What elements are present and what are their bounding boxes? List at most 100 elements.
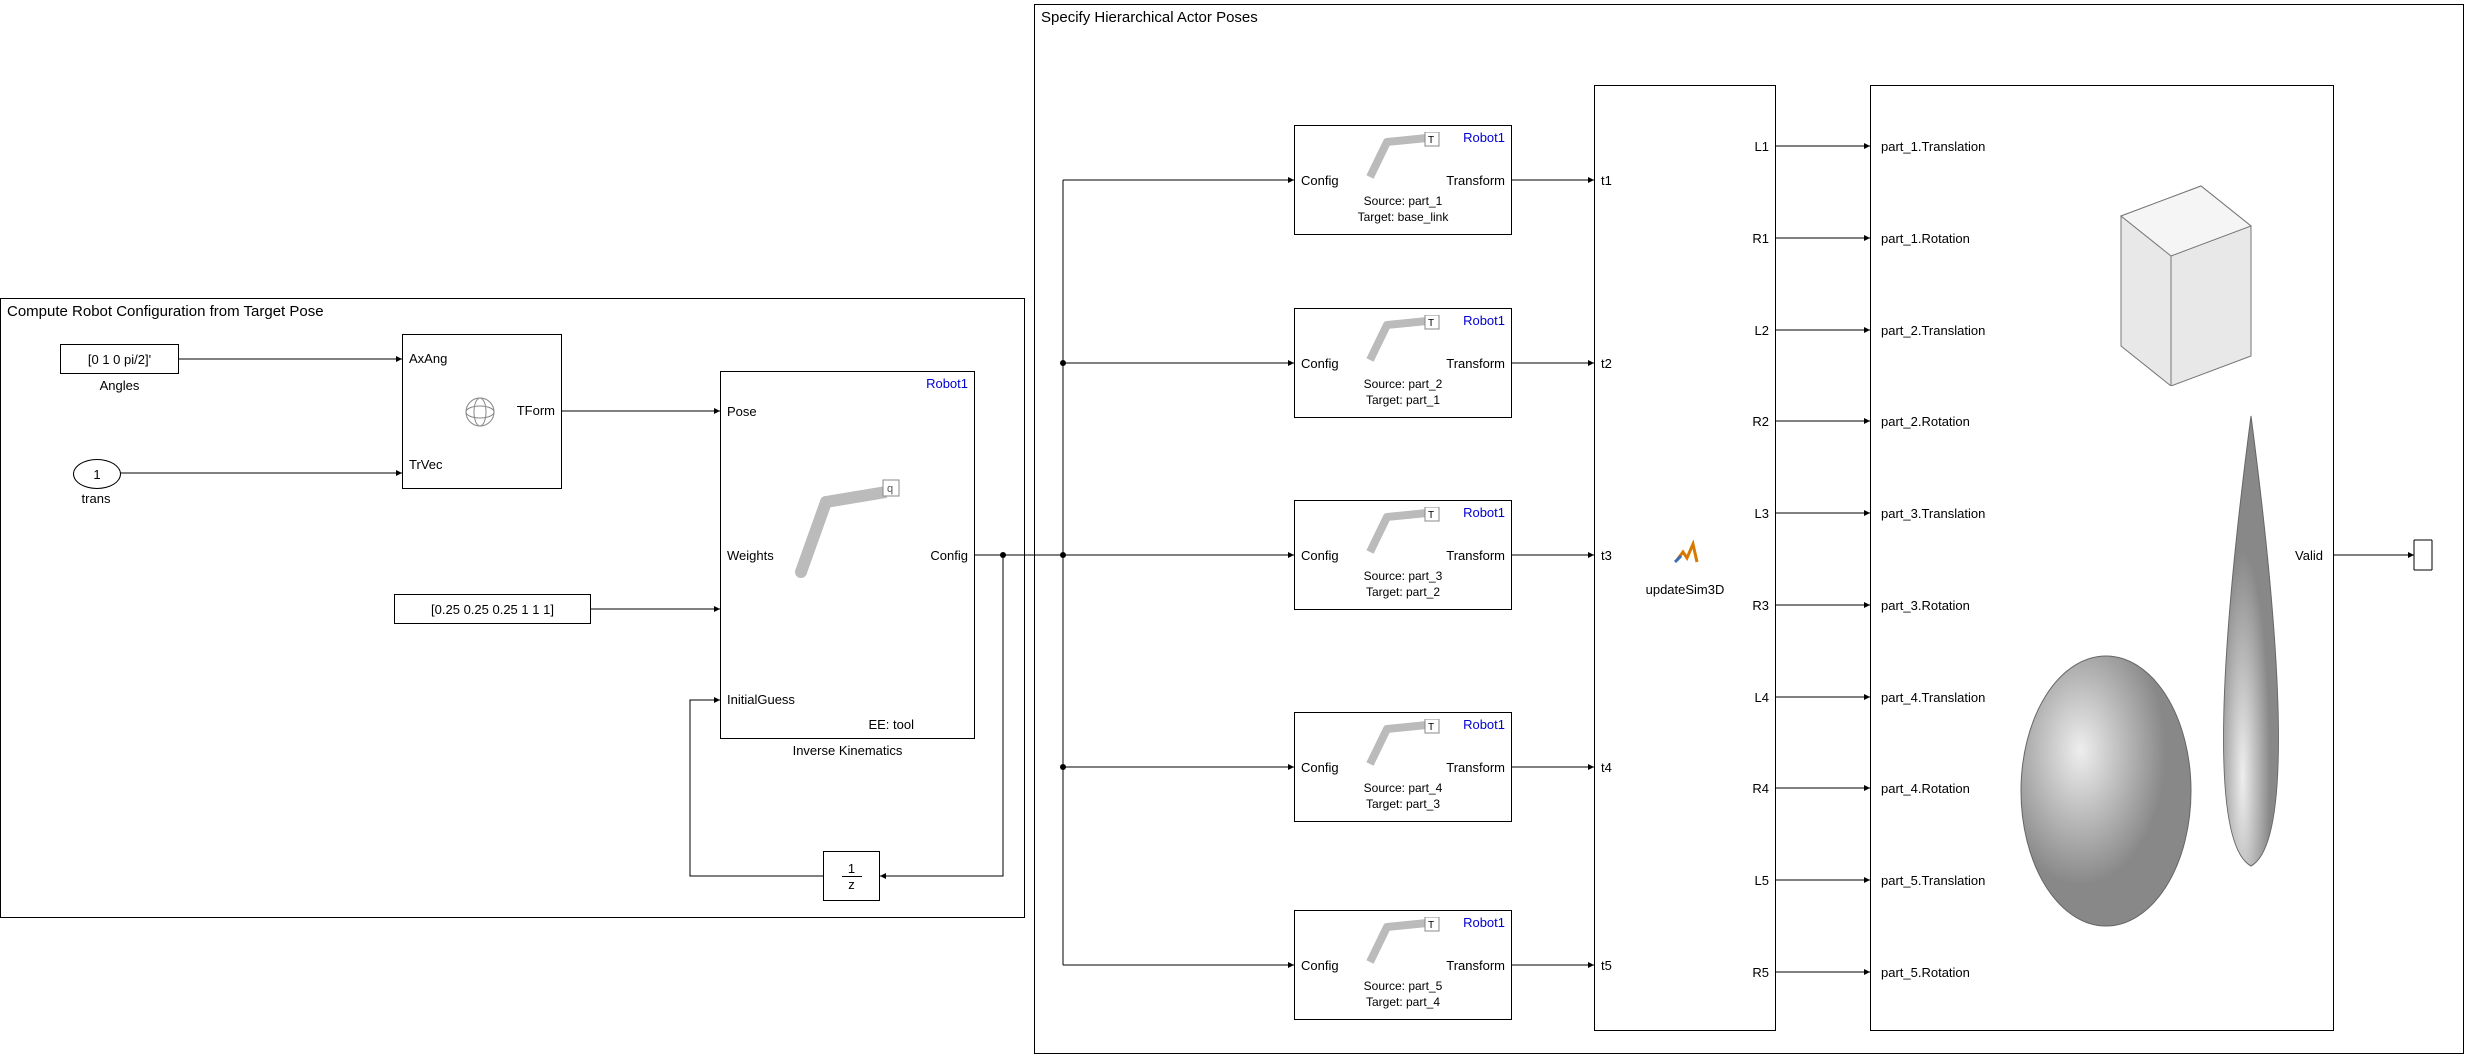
svg-text:T: T	[1428, 510, 1434, 521]
target-label: Target: part_3	[1295, 797, 1511, 811]
svg-text:T: T	[1428, 135, 1434, 146]
globe-icon	[463, 395, 497, 429]
inport-trans[interactable]: 1	[73, 459, 121, 489]
constant-angles[interactable]: [0 1 0 pi/2]'	[60, 344, 179, 374]
block-caption: trans	[63, 491, 129, 506]
port-t4: t4	[1601, 760, 1612, 775]
port-part3-trans: part_3.Translation	[1881, 506, 1985, 521]
cube-icon	[2081, 156, 2261, 386]
target-label: Target: part_1	[1295, 393, 1511, 407]
inport-number: 1	[93, 467, 100, 482]
model-link: Robot1	[1463, 505, 1505, 520]
source-label: Source: part_4	[1295, 781, 1511, 795]
port-config: Config	[1301, 173, 1339, 188]
port-config: Config	[1301, 760, 1339, 775]
constant-value: [0.25 0.25 0.25 1 1 1]	[431, 602, 554, 617]
source-label: Source: part_1	[1295, 194, 1511, 208]
get-transform-block[interactable]: Robot1 Config Transform Source: part_5 T…	[1294, 910, 1512, 1020]
get-transform-block[interactable]: Robot1 Config Transform Source: part_4 T…	[1294, 712, 1512, 822]
target-label: Target: part_4	[1295, 995, 1511, 1009]
port-L1: L1	[1755, 139, 1769, 154]
port-R1: R1	[1752, 231, 1769, 246]
svg-text:T: T	[1428, 318, 1434, 329]
sim3d-actor-block[interactable]: part_1.Translation part_1.Rotation part_…	[1870, 85, 2334, 1031]
ellipsoid-icon	[2011, 646, 2201, 936]
port-L3: L3	[1755, 506, 1769, 521]
port-L4: L4	[1755, 690, 1769, 705]
constant-value: [0 1 0 pi/2]'	[88, 352, 151, 367]
svg-text:q: q	[887, 483, 893, 495]
robot-arm-icon: T	[1365, 719, 1445, 769]
port-weights: Weights	[727, 548, 774, 563]
port-R2: R2	[1752, 414, 1769, 429]
port-L2: L2	[1755, 323, 1769, 338]
port-R4: R4	[1752, 781, 1769, 796]
block-caption: Angles	[60, 378, 179, 393]
matlab-icon	[1673, 540, 1699, 566]
port-trvec: TrVec	[409, 457, 442, 472]
area-title: Compute Robot Configuration from Target …	[7, 303, 324, 320]
model-link: Robot1	[1463, 313, 1505, 328]
coordinate-transform-tform[interactable]: AxAng TrVec TForm	[402, 334, 562, 489]
port-pose: Pose	[727, 404, 757, 419]
port-R5: R5	[1752, 965, 1769, 980]
robot-arm-icon: T	[1365, 917, 1445, 967]
area-title: Specify Hierarchical Actor Poses	[1041, 9, 1258, 26]
port-t1: t1	[1601, 173, 1612, 188]
port-part4-rot: part_4.Rotation	[1881, 781, 1970, 796]
port-config: Config	[930, 548, 968, 563]
robot-arm-icon: T	[1365, 132, 1445, 182]
simulink-canvas: Compute Robot Configuration from Target …	[0, 0, 2471, 1059]
block-caption: updateSim3D	[1594, 582, 1776, 597]
model-link: Robot1	[1463, 717, 1505, 732]
get-transform-block[interactable]: Robot1 Config Transform Source: part_1 T…	[1294, 125, 1512, 235]
updatesim3d-block[interactable]: t1 t2 t3 t4 t5 L1 R1 L2 R2 L3 R3 L4 R4 L…	[1594, 85, 1776, 1031]
get-transform-block[interactable]: Robot1 Config Transform Source: part_3 T…	[1294, 500, 1512, 610]
port-t3: t3	[1601, 548, 1612, 563]
robot-arm-icon: q	[791, 472, 901, 582]
model-link: Robot1	[926, 376, 968, 391]
port-part5-rot: part_5.Rotation	[1881, 965, 1970, 980]
constant-weights[interactable]: [0.25 0.25 0.25 1 1 1]	[394, 594, 591, 624]
port-initialguess: InitialGuess	[727, 692, 795, 707]
port-part2-trans: part_2.Translation	[1881, 323, 1985, 338]
port-t2: t2	[1601, 356, 1612, 371]
svg-text:T: T	[1428, 722, 1434, 733]
source-label: Source: part_5	[1295, 979, 1511, 993]
block-caption: Inverse Kinematics	[720, 743, 975, 758]
port-part3-rot: part_3.Rotation	[1881, 598, 1970, 613]
model-link: Robot1	[1463, 915, 1505, 930]
port-L5: L5	[1755, 873, 1769, 888]
target-label: Target: part_2	[1295, 585, 1511, 599]
port-t5: t5	[1601, 958, 1612, 973]
port-transform: Transform	[1446, 958, 1505, 973]
port-R3: R3	[1752, 598, 1769, 613]
port-transform: Transform	[1446, 760, 1505, 775]
port-axang: AxAng	[409, 351, 447, 366]
port-part2-rot: part_2.Rotation	[1881, 414, 1970, 429]
port-tform: TForm	[517, 403, 555, 418]
port-transform: Transform	[1446, 173, 1505, 188]
target-label: Target: base_link	[1295, 210, 1511, 224]
unit-delay-block[interactable]: 1 z	[823, 851, 880, 901]
source-label: Source: part_3	[1295, 569, 1511, 583]
ee-label: EE: tool	[868, 717, 914, 732]
port-transform: Transform	[1446, 356, 1505, 371]
cone-icon	[2191, 406, 2311, 876]
delay-num: 1	[848, 861, 855, 876]
inverse-kinematics-block[interactable]: Robot1 Pose Weights InitialGuess Config …	[720, 371, 975, 739]
robot-arm-icon: T	[1365, 507, 1445, 557]
port-part1-trans: part_1.Translation	[1881, 139, 1985, 154]
robot-arm-icon: T	[1365, 315, 1445, 365]
get-transform-block[interactable]: Robot1 Config Transform Source: part_2 T…	[1294, 308, 1512, 418]
port-part5-trans: part_5.Translation	[1881, 873, 1985, 888]
port-transform: Transform	[1446, 548, 1505, 563]
port-config: Config	[1301, 958, 1339, 973]
port-part4-trans: part_4.Translation	[1881, 690, 1985, 705]
port-part1-rot: part_1.Rotation	[1881, 231, 1970, 246]
source-label: Source: part_2	[1295, 377, 1511, 391]
terminator-block[interactable]	[2410, 536, 2438, 574]
delay-den: z	[848, 877, 855, 892]
svg-text:T: T	[1428, 920, 1434, 931]
port-config: Config	[1301, 548, 1339, 563]
